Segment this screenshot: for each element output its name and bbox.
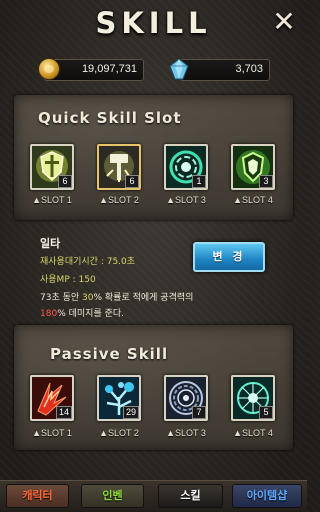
slot-count: 14 bbox=[55, 406, 72, 419]
slot-label: ▲SLOT 3 bbox=[166, 428, 206, 438]
slot-label: ▲SLOT 4 bbox=[233, 195, 273, 205]
passive-slot-3[interactable]: 7 bbox=[164, 375, 208, 421]
slot-label: ▲SLOT 2 bbox=[99, 195, 139, 205]
gold-amount: 19,097,731 bbox=[81, 63, 137, 75]
slot-count: 29 bbox=[122, 406, 139, 419]
slot-count: 7 bbox=[192, 406, 206, 419]
slot-count: 5 bbox=[259, 406, 273, 419]
tab-character[interactable]: 캐릭터 bbox=[6, 484, 69, 508]
slot-label: ▲SLOT 1 bbox=[32, 428, 72, 438]
quick-slot-3[interactable]: 1 bbox=[164, 144, 208, 190]
close-icon: ✕ bbox=[272, 5, 296, 38]
passive-slot-2[interactable]: 29 bbox=[97, 375, 141, 421]
skill-description-line-1: 73초 동안 30% 확률로 적에게 공격력의 bbox=[40, 293, 194, 303]
passive-slot-4[interactable]: 5 bbox=[231, 375, 275, 421]
passive-skill-title: Passive Skill bbox=[50, 345, 169, 363]
gem-counter: 3,703 bbox=[180, 59, 270, 81]
skill-description-line-2: 180% 데미지를 준다. bbox=[40, 309, 125, 319]
skill-mp-cost: 사용MP : 150 bbox=[40, 275, 96, 285]
slot-count: 1 bbox=[192, 175, 206, 188]
passive-slot-1[interactable]: 14 bbox=[30, 375, 74, 421]
quick-slot-2[interactable]: 6 bbox=[97, 144, 141, 190]
tab-item-shop[interactable]: 아이템샵 bbox=[232, 484, 302, 508]
slot-label: ▲SLOT 4 bbox=[233, 428, 273, 438]
skill-cooldown: 재사용대기시간 : 75.0초 bbox=[40, 257, 136, 267]
slot-count: 6 bbox=[125, 175, 139, 188]
slot-count: 3 bbox=[259, 175, 273, 188]
skill-name: 일타 bbox=[40, 237, 61, 250]
page-title: SKILL bbox=[95, 6, 212, 40]
quick-slot-1[interactable]: 6 bbox=[30, 144, 74, 190]
gem-icon bbox=[169, 58, 189, 80]
tab-skill[interactable]: 스킬 bbox=[158, 484, 223, 508]
slot-label: ▲SLOT 2 bbox=[99, 428, 139, 438]
slot-count: 6 bbox=[58, 175, 72, 188]
gem-amount: 3,703 bbox=[235, 63, 263, 75]
quick-slot-4[interactable]: 3 bbox=[231, 144, 275, 190]
quick-skill-title: Quick Skill Slot bbox=[38, 109, 182, 127]
tab-inventory[interactable]: 인벤 bbox=[81, 484, 144, 508]
change-skill-button[interactable]: 변 경 bbox=[193, 242, 265, 272]
gold-coin-icon bbox=[38, 58, 60, 80]
slot-label: ▲SLOT 3 bbox=[166, 195, 206, 205]
slot-label: ▲SLOT 1 bbox=[32, 195, 72, 205]
close-button[interactable]: ✕ bbox=[269, 6, 299, 38]
